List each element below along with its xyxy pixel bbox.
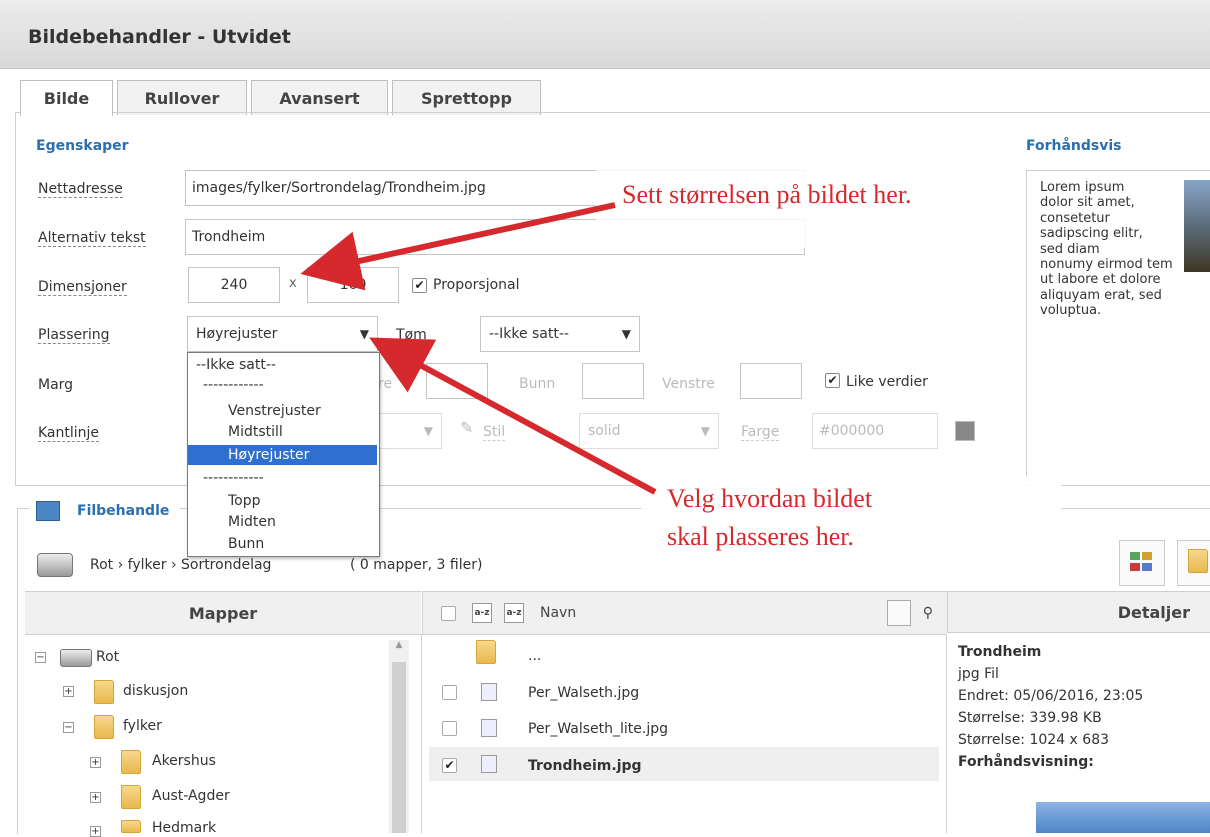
option-middle[interactable]: Midten xyxy=(188,512,377,532)
option-not-set[interactable]: --Ikke satt-- xyxy=(188,355,377,375)
option-top[interactable]: Topp xyxy=(188,491,377,511)
option-separator: ------------ xyxy=(203,377,264,393)
filemanager-title: Filbehandle xyxy=(77,503,170,519)
filemanager-icon xyxy=(36,501,60,521)
tab-bilde[interactable]: Bilde xyxy=(20,80,113,116)
option-separator: ------------ xyxy=(203,470,264,486)
annotation-arrows xyxy=(300,202,657,495)
tab-label: Bilde xyxy=(43,89,90,108)
option-bottom[interactable]: Bunn xyxy=(188,534,377,554)
placement-dropdown: --Ikke satt-- ------------ Venstrejuster… xyxy=(187,352,380,557)
arrow-to-dimensions xyxy=(300,202,616,291)
option-left[interactable]: Venstrejuster xyxy=(188,401,377,421)
arrow-to-placement xyxy=(369,337,657,495)
option-center[interactable]: Midtstill xyxy=(188,422,377,442)
option-right[interactable]: Høyrejuster xyxy=(188,445,377,465)
